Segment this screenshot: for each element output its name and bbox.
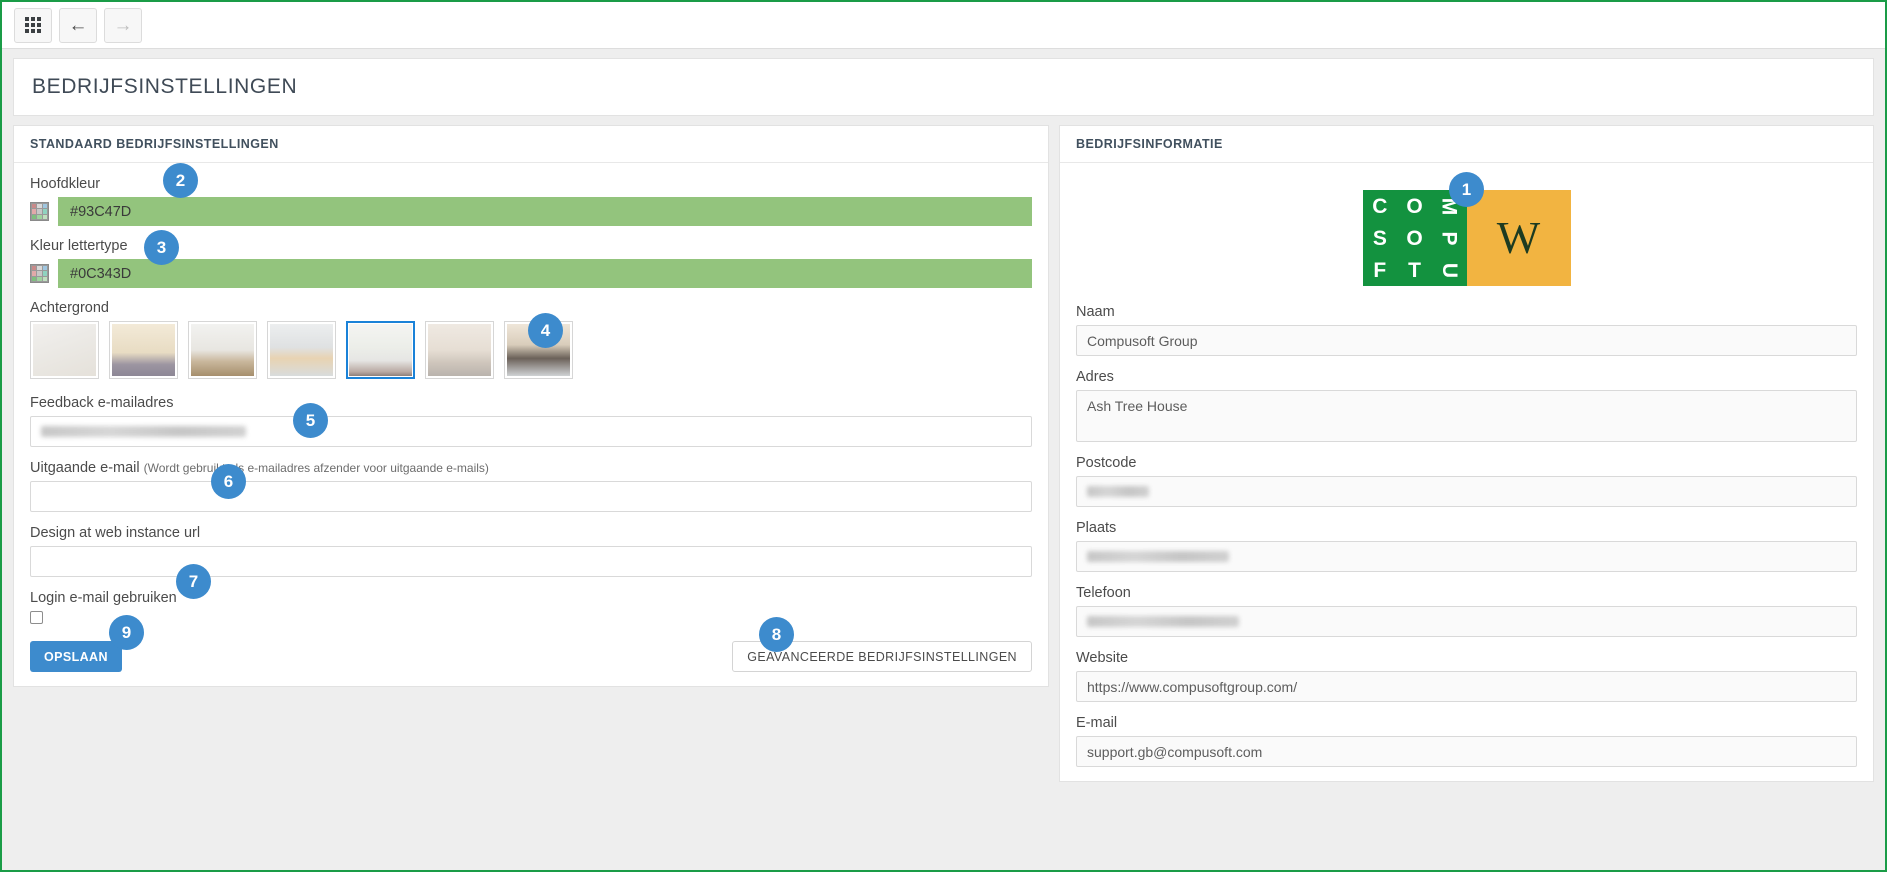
plaats-label: Plaats (1076, 520, 1117, 536)
background-label: Achtergrond (30, 300, 109, 316)
logo-letter: F (1373, 258, 1387, 282)
callout-badge-1: 1 (1449, 172, 1484, 207)
background-thumb-6[interactable] (425, 321, 494, 379)
telefoon-label: Telefoon (1076, 585, 1131, 601)
company-information-panel: BEDRIJFSINFORMATIE C O M S O P F T U W N… (1059, 125, 1874, 782)
website-label: Website (1076, 650, 1129, 666)
logo-letter: C (1372, 194, 1388, 218)
logo-letter: P (1437, 230, 1461, 246)
outgoing-email-label: Uitgaande e-mail (Wordt gebruikt als e-m… (30, 460, 1032, 476)
compusoft-logo-mark: C O M S O P F T U (1362, 190, 1467, 286)
telefoon-input[interactable] (1076, 606, 1857, 637)
callout-badge-8: 8 (759, 617, 794, 652)
website-input[interactable]: https://www.compusoftgroup.com/ (1076, 671, 1857, 702)
color-picker-icon[interactable] (30, 202, 49, 221)
email-input[interactable]: support.gb@compusoft.com (1076, 736, 1857, 767)
logo-letter: W (1496, 212, 1541, 263)
naam-input[interactable]: Compusoft Group (1076, 325, 1857, 356)
callout-badge-7: 7 (176, 564, 211, 599)
panels-row: STANDAARD BEDRIJFSINSTELLINGEN Hoofdkleu… (13, 125, 1874, 782)
arrow-right-icon: → (113, 14, 133, 36)
callout-badge-4: 4 (528, 313, 563, 348)
font-color-row: #0C343D (30, 259, 1032, 288)
outgoing-email-input[interactable] (30, 481, 1032, 512)
web-instance-url-label: Design at web instance url (30, 525, 201, 541)
login-email-checkbox[interactable] (30, 611, 43, 624)
callout-badge-2: 2 (163, 163, 198, 198)
winner-logo-mark: W (1466, 190, 1571, 286)
background-thumb-2[interactable] (109, 321, 178, 379)
naam-label: Naam (1076, 304, 1115, 320)
callout-badge-5: 5 (293, 403, 328, 438)
feedback-email-label: Feedback e-mailadres (30, 395, 174, 411)
left-panel-heading: STANDAARD BEDRIJFSINSTELLINGEN (14, 126, 1048, 163)
background-thumb-1[interactable] (30, 321, 99, 379)
save-button[interactable]: OPSLAAN (30, 641, 122, 672)
apps-grid-button[interactable] (14, 7, 52, 43)
outgoing-email-hint: (Wordt gebruikt als e-mailadres afzender… (143, 461, 489, 475)
logo-letter: S (1372, 226, 1387, 250)
email-label: E-mail (1076, 715, 1118, 731)
feedback-email-input[interactable] (30, 416, 1032, 447)
plaats-input[interactable] (1076, 541, 1857, 572)
background-thumb-5[interactable] (346, 321, 415, 379)
color-picker-icon[interactable] (30, 264, 49, 283)
logo-letter: O (1406, 226, 1423, 250)
adres-input[interactable]: Ash Tree House (1076, 390, 1857, 442)
outgoing-email-label-text: Uitgaande e-mail (30, 460, 140, 476)
background-thumb-3[interactable] (188, 321, 257, 379)
callout-badge-6: 6 (211, 464, 246, 499)
postcode-input[interactable] (1076, 476, 1857, 507)
callout-badge-9: 9 (109, 615, 144, 650)
default-company-settings-panel: STANDAARD BEDRIJFSINSTELLINGEN Hoofdkleu… (13, 125, 1049, 687)
logo-letter: O (1406, 194, 1423, 218)
redacted-value (1087, 616, 1239, 627)
callout-badge-3: 3 (144, 230, 179, 265)
redacted-value (1087, 486, 1149, 497)
font-color-input[interactable]: #0C343D (58, 259, 1032, 288)
left-panel-actions: OPSLAAN GEAVANCEERDE BEDRIJFSINSTELLINGE… (30, 641, 1032, 672)
font-color-label: Kleur lettertype (30, 238, 128, 254)
forward-button[interactable]: → (104, 7, 142, 43)
right-panel-heading: BEDRIJFSINFORMATIE (1060, 126, 1873, 163)
adres-label: Adres (1076, 369, 1114, 385)
grid-icon (25, 17, 41, 33)
arrow-left-icon: ← (68, 14, 88, 36)
page-title-card: BEDRIJFSINSTELLINGEN (13, 58, 1874, 116)
main-color-input[interactable]: #93C47D (58, 197, 1032, 226)
top-toolbar: ← → (2, 2, 1885, 49)
postcode-label: Postcode (1076, 455, 1137, 471)
page-title: BEDRIJFSINSTELLINGEN (32, 75, 298, 98)
logo-letter: U (1437, 262, 1461, 278)
main-color-row: #93C47D (30, 197, 1032, 226)
logo-letter: T (1408, 258, 1421, 282)
redacted-value (1087, 551, 1229, 562)
back-button[interactable]: ← (59, 7, 97, 43)
page-content: BEDRIJFSINSTELLINGEN STANDAARD BEDRIJFSI… (2, 49, 1885, 870)
background-thumb-4[interactable] (267, 321, 336, 379)
redacted-value (41, 426, 246, 437)
app-window: ← → BEDRIJFSINSTELLINGEN STANDAARD BEDRI… (0, 0, 1887, 872)
